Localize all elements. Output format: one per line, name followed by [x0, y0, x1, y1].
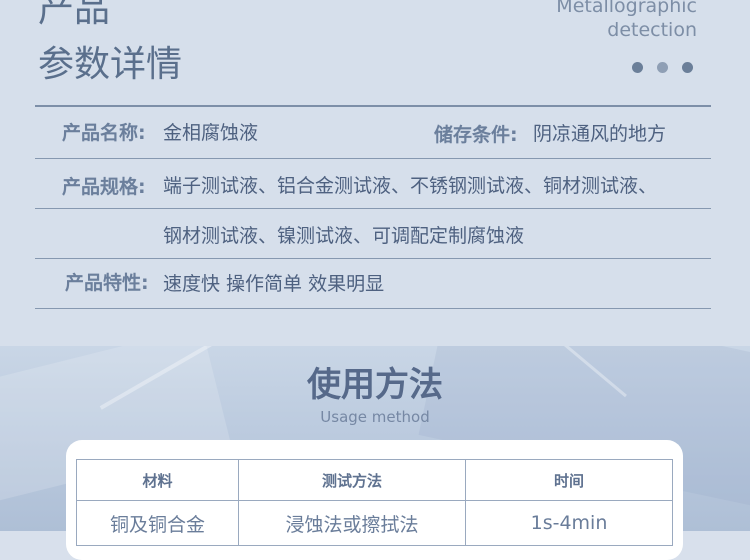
- table-header-time: 时间: [465, 459, 673, 501]
- usage-table: 材料 测试方法 时间 铜及铜合金 浸蚀法或擦拭法 1s-4min: [76, 459, 673, 546]
- divider: [35, 105, 711, 107]
- divider: [35, 308, 711, 309]
- section-title-line2: 参数详情: [38, 44, 183, 85]
- feature-value: 速度快 操作简单 效果明显: [163, 273, 385, 295]
- table-row: 铜及铜合金 浸蚀法或擦拭法 1s-4min: [76, 500, 673, 546]
- usage-subtitle: Usage method: [320, 408, 430, 426]
- table-header-row: 材料 测试方法 时间: [76, 459, 673, 501]
- table-header-material: 材料: [76, 459, 239, 501]
- storage-value: 阴凉通风的地方: [533, 123, 667, 145]
- table-cell-time: 1s-4min: [465, 500, 673, 546]
- spec-line-1: 端子测试液、铝合金测试液、不锈钢测试液、铜材测试液、: [163, 175, 658, 197]
- spec-label: 产品规格:: [62, 176, 146, 198]
- spec-line-2: 钢材测试液、镍测试液、可调配定制腐蚀液: [163, 225, 525, 247]
- carousel-dot-2[interactable]: [657, 62, 668, 73]
- carousel-dot-1[interactable]: [632, 62, 643, 73]
- section-subtitle-line2: detection: [607, 19, 697, 41]
- divider: [35, 258, 711, 259]
- carousel-dot-3[interactable]: [682, 62, 693, 73]
- table-header-method: 测试方法: [238, 459, 466, 501]
- divider: [35, 158, 711, 159]
- divider: [35, 208, 711, 209]
- table-cell-method: 浸蚀法或擦拭法: [238, 500, 466, 546]
- section-subtitle-line1: Metallographic: [556, 0, 697, 17]
- section-title-line1: 产品: [38, 0, 111, 30]
- feature-label: 产品特性:: [65, 272, 149, 294]
- table-cell-material: 铜及铜合金: [76, 500, 239, 546]
- product-name-label: 产品名称:: [62, 122, 146, 144]
- product-name-value: 金相腐蚀液: [163, 122, 259, 144]
- usage-title: 使用方法: [307, 365, 443, 405]
- storage-label: 储存条件:: [434, 124, 518, 146]
